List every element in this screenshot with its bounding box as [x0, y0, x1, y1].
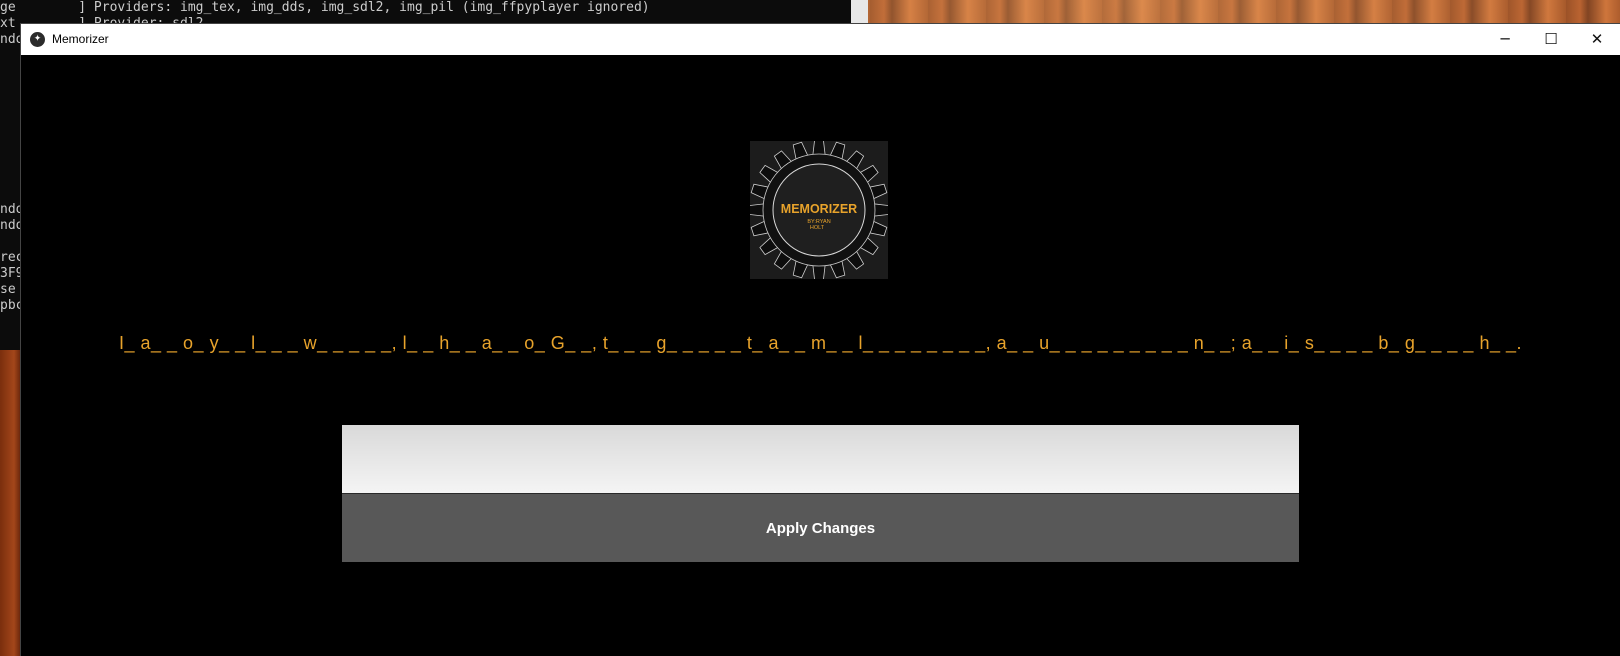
- terminal-line: 3F9: [0, 266, 24, 281]
- terminal-line: ge ] Providers: img_tex, img_dds, img_sd…: [0, 0, 650, 15]
- logo-subtitle: HOLT: [810, 225, 825, 231]
- window-title: Memorizer: [52, 32, 109, 46]
- memorizer-logo: MEMORIZER BY:RYAN HOLT: [750, 141, 888, 279]
- memorizer-window: ✦ Memorizer ─ ☐ ✕ MEMORIZER BY:RYAN HOLT…: [21, 24, 1620, 656]
- terminal-line: pbc: [0, 298, 24, 313]
- window-edge: [851, 0, 868, 24]
- minimize-button[interactable]: ─: [1482, 24, 1528, 55]
- close-button[interactable]: ✕: [1574, 24, 1620, 55]
- maximize-button[interactable]: ☐: [1528, 24, 1574, 55]
- app-content: MEMORIZER BY:RYAN HOLT I_ a_ _ o_ y_ _ l…: [21, 55, 1620, 656]
- kivy-icon: ✦: [30, 32, 45, 47]
- title-bar[interactable]: ✦ Memorizer ─ ☐ ✕: [21, 24, 1620, 56]
- cloze-prompt: I_ a_ _ o_ y_ _ l_ _ _ w_ _ _ _ _, l_ _ …: [119, 333, 1522, 353]
- terminal-line: se: [0, 282, 16, 297]
- logo-title: MEMORIZER: [781, 202, 857, 216]
- apply-changes-button[interactable]: Apply Changes: [342, 493, 1299, 562]
- answer-input[interactable]: [342, 425, 1299, 493]
